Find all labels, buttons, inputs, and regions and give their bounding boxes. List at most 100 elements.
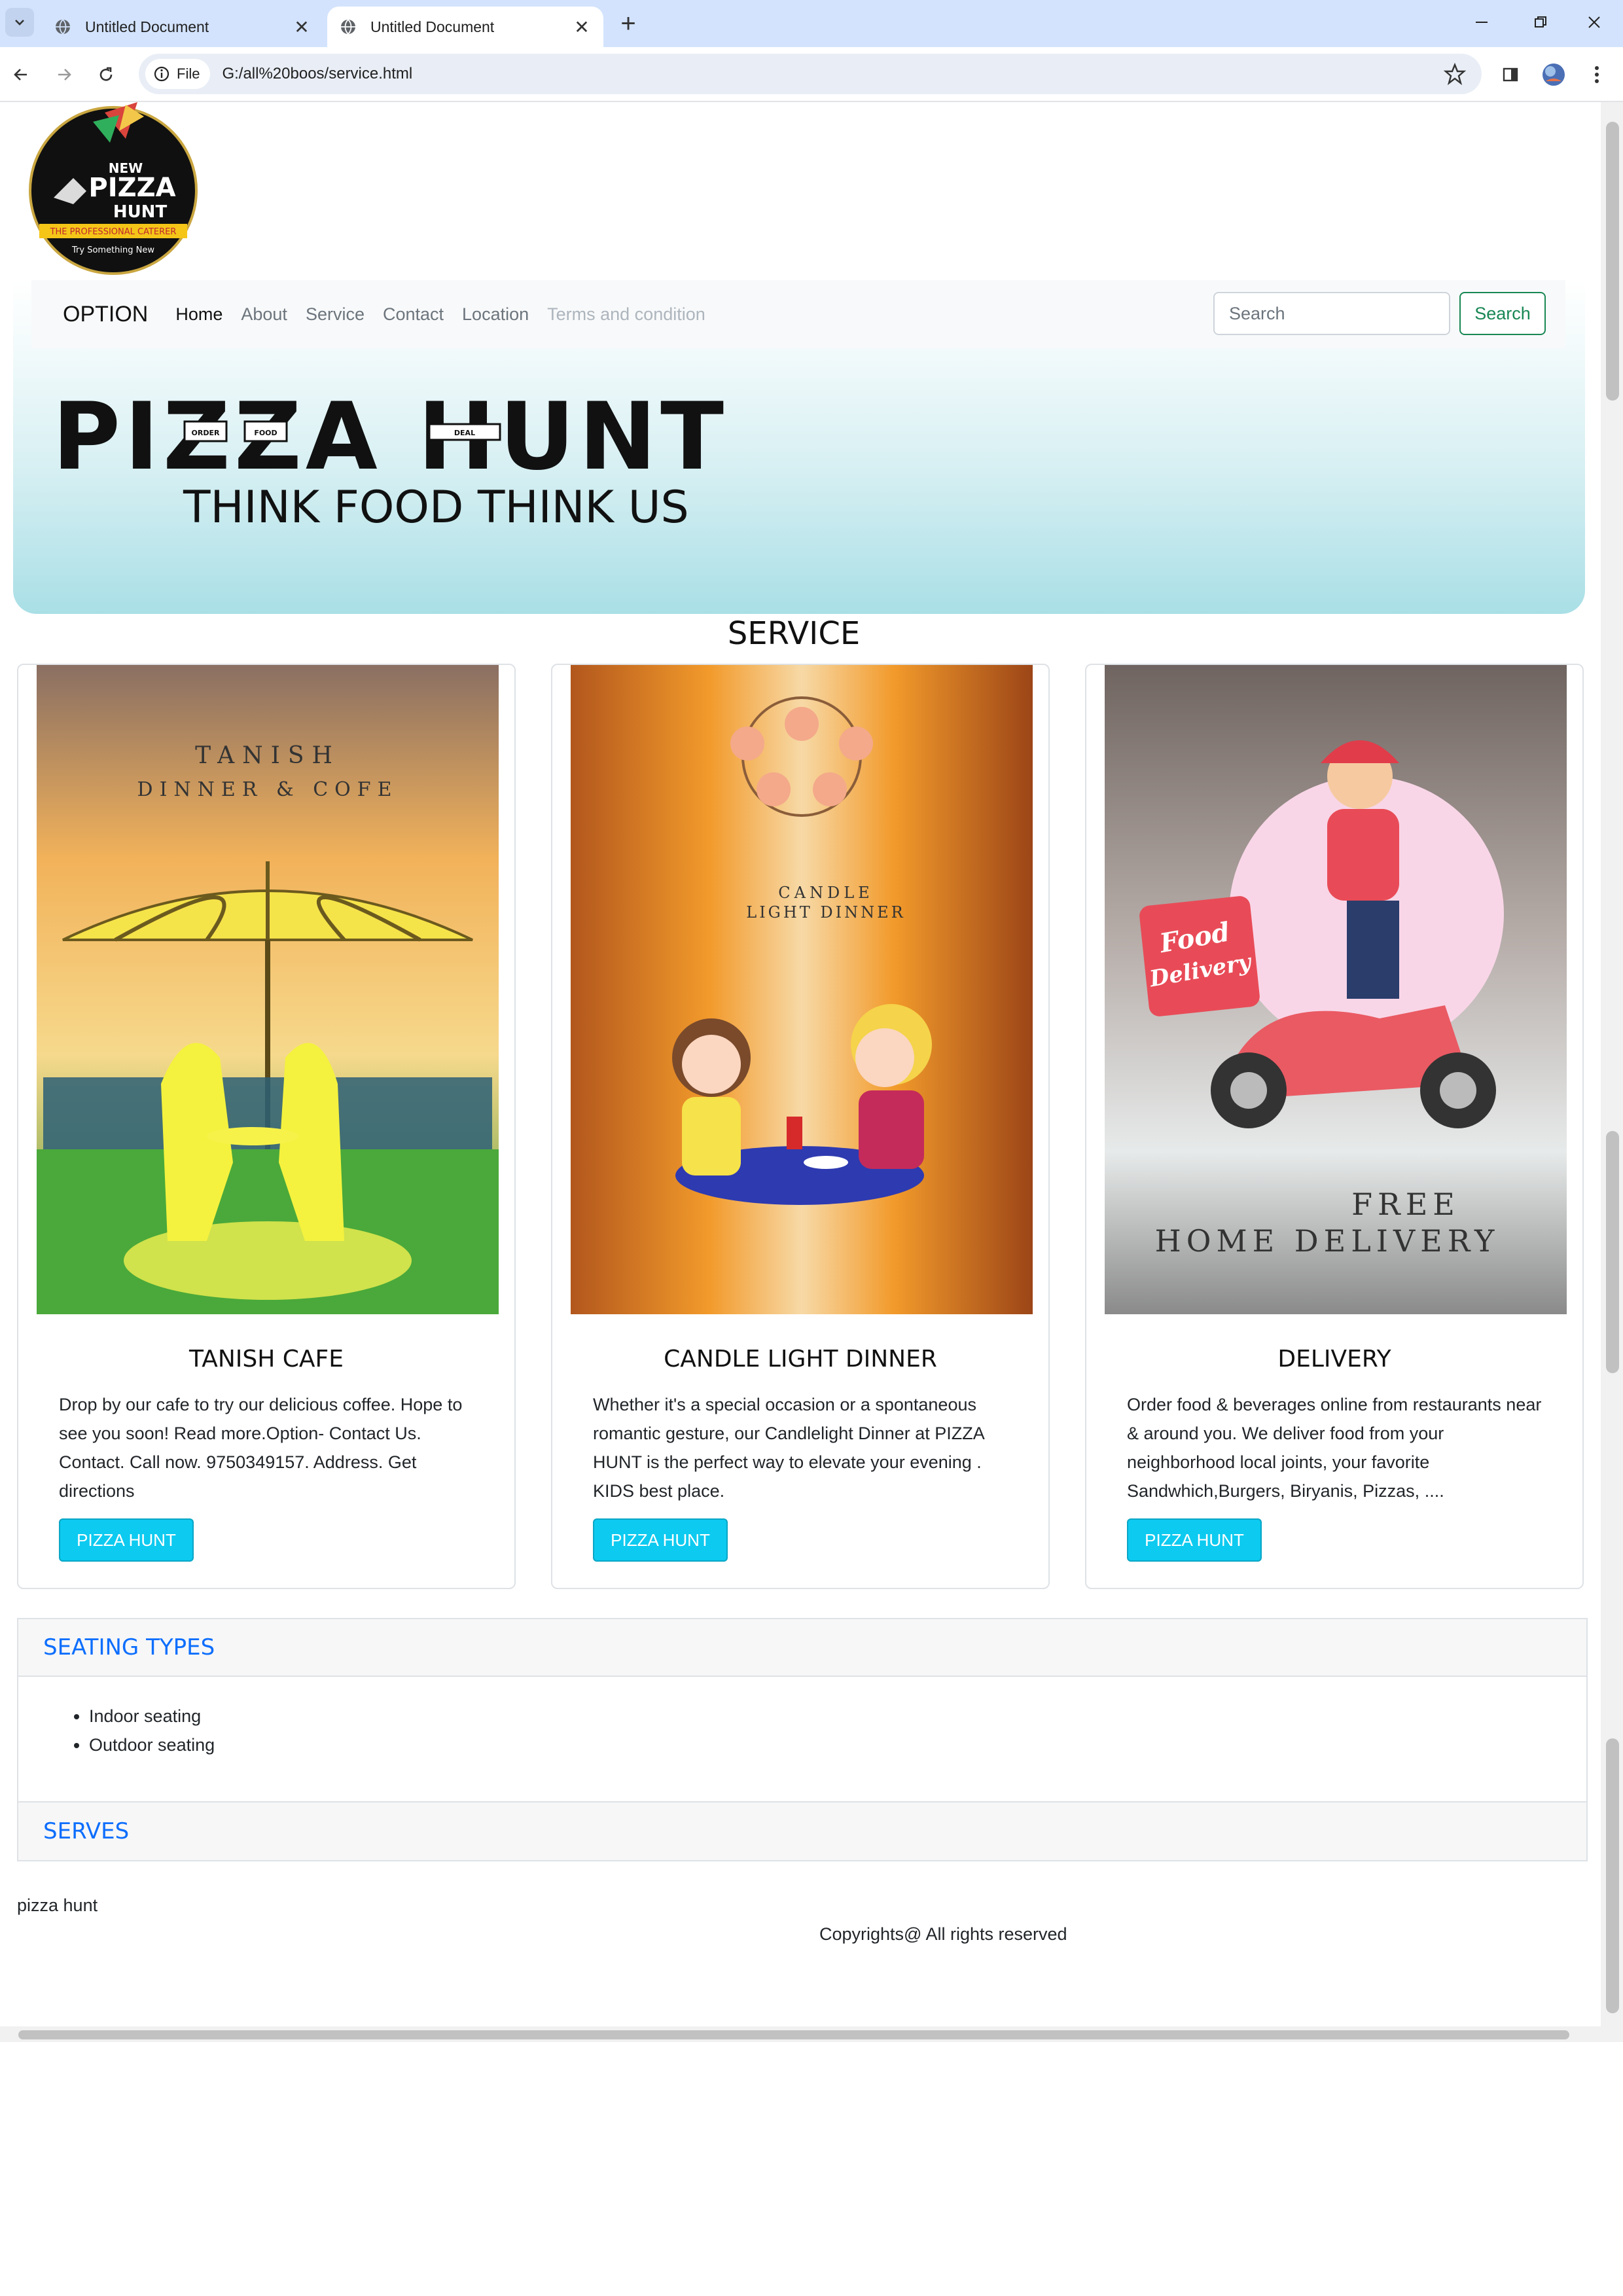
tab-search-icon (15, 20, 24, 26)
scroll-thumb[interactable] (18, 2030, 1569, 2039)
new-tab-button[interactable]: + (615, 9, 641, 38)
service-card-cafe: TANISH DINNER & COFE TANISH CAFE Drop by… (17, 664, 516, 1589)
section-title: SERVICE (727, 615, 861, 652)
minimize-button[interactable] (1462, 8, 1501, 37)
search-button[interactable]: Search (1459, 292, 1546, 335)
hero-headline: PIZZA HUNT (52, 385, 728, 491)
list-item: Outdoor seating (89, 1731, 1586, 1759)
tab-untitled-1[interactable]: Untitled Document ✕ (42, 7, 323, 47)
cafe-image-subtitle: DINNER & COFE (137, 778, 399, 801)
nav-link-about[interactable]: About (241, 304, 287, 325)
nav-link-service[interactable]: Service (306, 304, 365, 325)
logo-text-tagline: Try Something New (71, 245, 154, 255)
menu-button[interactable] (1582, 60, 1611, 89)
nav-link-terms[interactable]: Terms and condition (547, 304, 705, 325)
minimize-icon (1476, 22, 1488, 23)
nav-link-home[interactable]: Home (175, 304, 223, 325)
scroll-thumb[interactable] (1606, 1131, 1619, 1373)
logo-text-hunt: HUNT (113, 202, 168, 222)
search-placeholder: Search (1229, 303, 1285, 323)
delivery-image-subtitle: HOME DELIVERY (1155, 1223, 1500, 1259)
pizza-hunt-button[interactable]: PIZZA HUNT (59, 1518, 194, 1562)
tab-untitled-2[interactable]: Untitled Document ✕ (327, 7, 603, 47)
footer-brand: pizza hunt (17, 1895, 98, 1915)
empty-area (0, 2042, 1623, 2296)
delivery-image-free: FREE (1351, 1187, 1460, 1222)
chip-label: File (177, 65, 200, 82)
back-icon (14, 69, 27, 81)
tab-title: Untitled Document (370, 18, 495, 35)
side-panel-icon (1503, 67, 1518, 82)
pizza-hunt-button[interactable]: PIZZA HUNT (593, 1518, 728, 1562)
card-text: Order food & beverages online from resta… (1127, 1395, 1542, 1501)
site-info-chip[interactable]: File (145, 59, 211, 89)
accordion-seating-types: SEATING TYPES Indoor seating Outdoor sea… (17, 1618, 1588, 1803)
card-title: TANISH CAFE (189, 1346, 344, 1372)
side-panel-button[interactable] (1496, 60, 1525, 89)
search-input[interactable]: Search (1213, 292, 1450, 335)
scroll-thumb[interactable] (1606, 122, 1619, 401)
horizontal-scrollbar[interactable] (0, 2026, 1601, 2042)
accordion-serves: SERVES (17, 1801, 1588, 1861)
restore-button[interactable] (1521, 8, 1560, 37)
close-window-icon (1588, 16, 1600, 28)
forward-icon (58, 69, 71, 81)
page-viewport: NEW PIZZA HUNT THE PROFESSIONAL CATERER … (0, 102, 1623, 2042)
service-card-delivery: Food Delivery FREE HOME DELIVERY DELIVER… (1085, 664, 1584, 1589)
accordion-header-serves[interactable]: SERVES (18, 1803, 1586, 1860)
seating-list: Indoor seating Outdoor seating (18, 1677, 1586, 1759)
close-icon[interactable]: ✕ (572, 16, 592, 38)
menu-icon (1595, 66, 1599, 83)
browser-toolbar: File G:/all%20boos/service.html (0, 47, 1623, 102)
card-text: Whether it's a special occasion or a spo… (593, 1395, 984, 1501)
sign-order: ORDER (192, 429, 220, 437)
logo-text-caterer: THE PROFESSIONAL CATERER (50, 227, 177, 237)
card-text: Drop by our cafe to try our delicious co… (59, 1395, 463, 1501)
tab-search-button[interactable] (5, 8, 34, 37)
candle-dinner-illustration: CANDLE LIGHT DINNER (571, 665, 1033, 1314)
restore-icon (1535, 16, 1546, 27)
address-bar[interactable]: File G:/all%20boos/service.html (139, 54, 1482, 94)
profile-button[interactable] (1539, 60, 1568, 89)
sign-food: FOOD (254, 429, 277, 437)
plus-icon: + (620, 9, 636, 38)
delivery-illustration: Food Delivery FREE HOME DELIVERY (1105, 665, 1567, 1314)
tab-title: Untitled Document (85, 18, 209, 35)
star-icon[interactable] (1444, 63, 1466, 85)
nav-link-contact[interactable]: Contact (383, 304, 444, 325)
reload-icon (99, 67, 113, 81)
profile-icon (1543, 63, 1565, 86)
globe-icon (341, 19, 355, 35)
browser-window: Untitled Document ✕ Untitled Document ✕ … (0, 0, 1623, 2296)
cafe-illustration: TANISH DINNER & COFE (37, 665, 499, 1314)
globe-icon (56, 19, 70, 35)
list-item: Indoor seating (89, 1702, 1586, 1731)
main-navbar: OPTION Home About Service Contact Locati… (31, 280, 1565, 348)
hero-banner: OPTION Home About Service Contact Locati… (13, 280, 1585, 614)
close-window-button[interactable] (1575, 8, 1614, 37)
footer-copyright: Copyrights@ All rights reserved (819, 1924, 1067, 1944)
pizza-hunt-button[interactable]: PIZZA HUNT (1127, 1518, 1262, 1562)
hero-title-art: PIZZA HUNT ORDER FOOD DEAL THINK FOOD TH… (52, 385, 728, 533)
cafe-image-title: TANISH (195, 742, 340, 769)
info-icon (154, 66, 169, 82)
pizza-hunt-logo: NEW PIZZA HUNT THE PROFESSIONAL CATERER … (29, 102, 198, 275)
back-button[interactable] (7, 60, 35, 89)
card-title: DELIVERY (1277, 1346, 1391, 1372)
nav-link-location[interactable]: Location (462, 304, 529, 325)
forward-button[interactable] (50, 60, 79, 89)
vertical-scrollbar[interactable] (1601, 102, 1623, 2042)
card-title: CANDLE LIGHT DINNER (664, 1346, 937, 1372)
scroll-thumb[interactable] (1606, 1738, 1619, 2013)
url-text[interactable]: G:/all%20boos/service.html (222, 65, 412, 83)
hero-tagline: THINK FOOD THINK US (183, 482, 689, 533)
candle-image-title: CANDLE (778, 884, 873, 902)
accordion-header-seating[interactable]: SEATING TYPES (18, 1619, 1586, 1677)
title-bar: Untitled Document ✕ Untitled Document ✕ … (0, 0, 1623, 47)
service-card-candle: CANDLE LIGHT DINNER CANDLE LIGHT DINNER … (551, 664, 1050, 1589)
reload-button[interactable] (92, 60, 120, 89)
sign-deal: DEAL (454, 429, 475, 437)
navbar-brand[interactable]: OPTION (63, 302, 148, 327)
close-icon[interactable]: ✕ (292, 16, 312, 38)
logo-text-pizza: PIZZA (88, 173, 175, 203)
